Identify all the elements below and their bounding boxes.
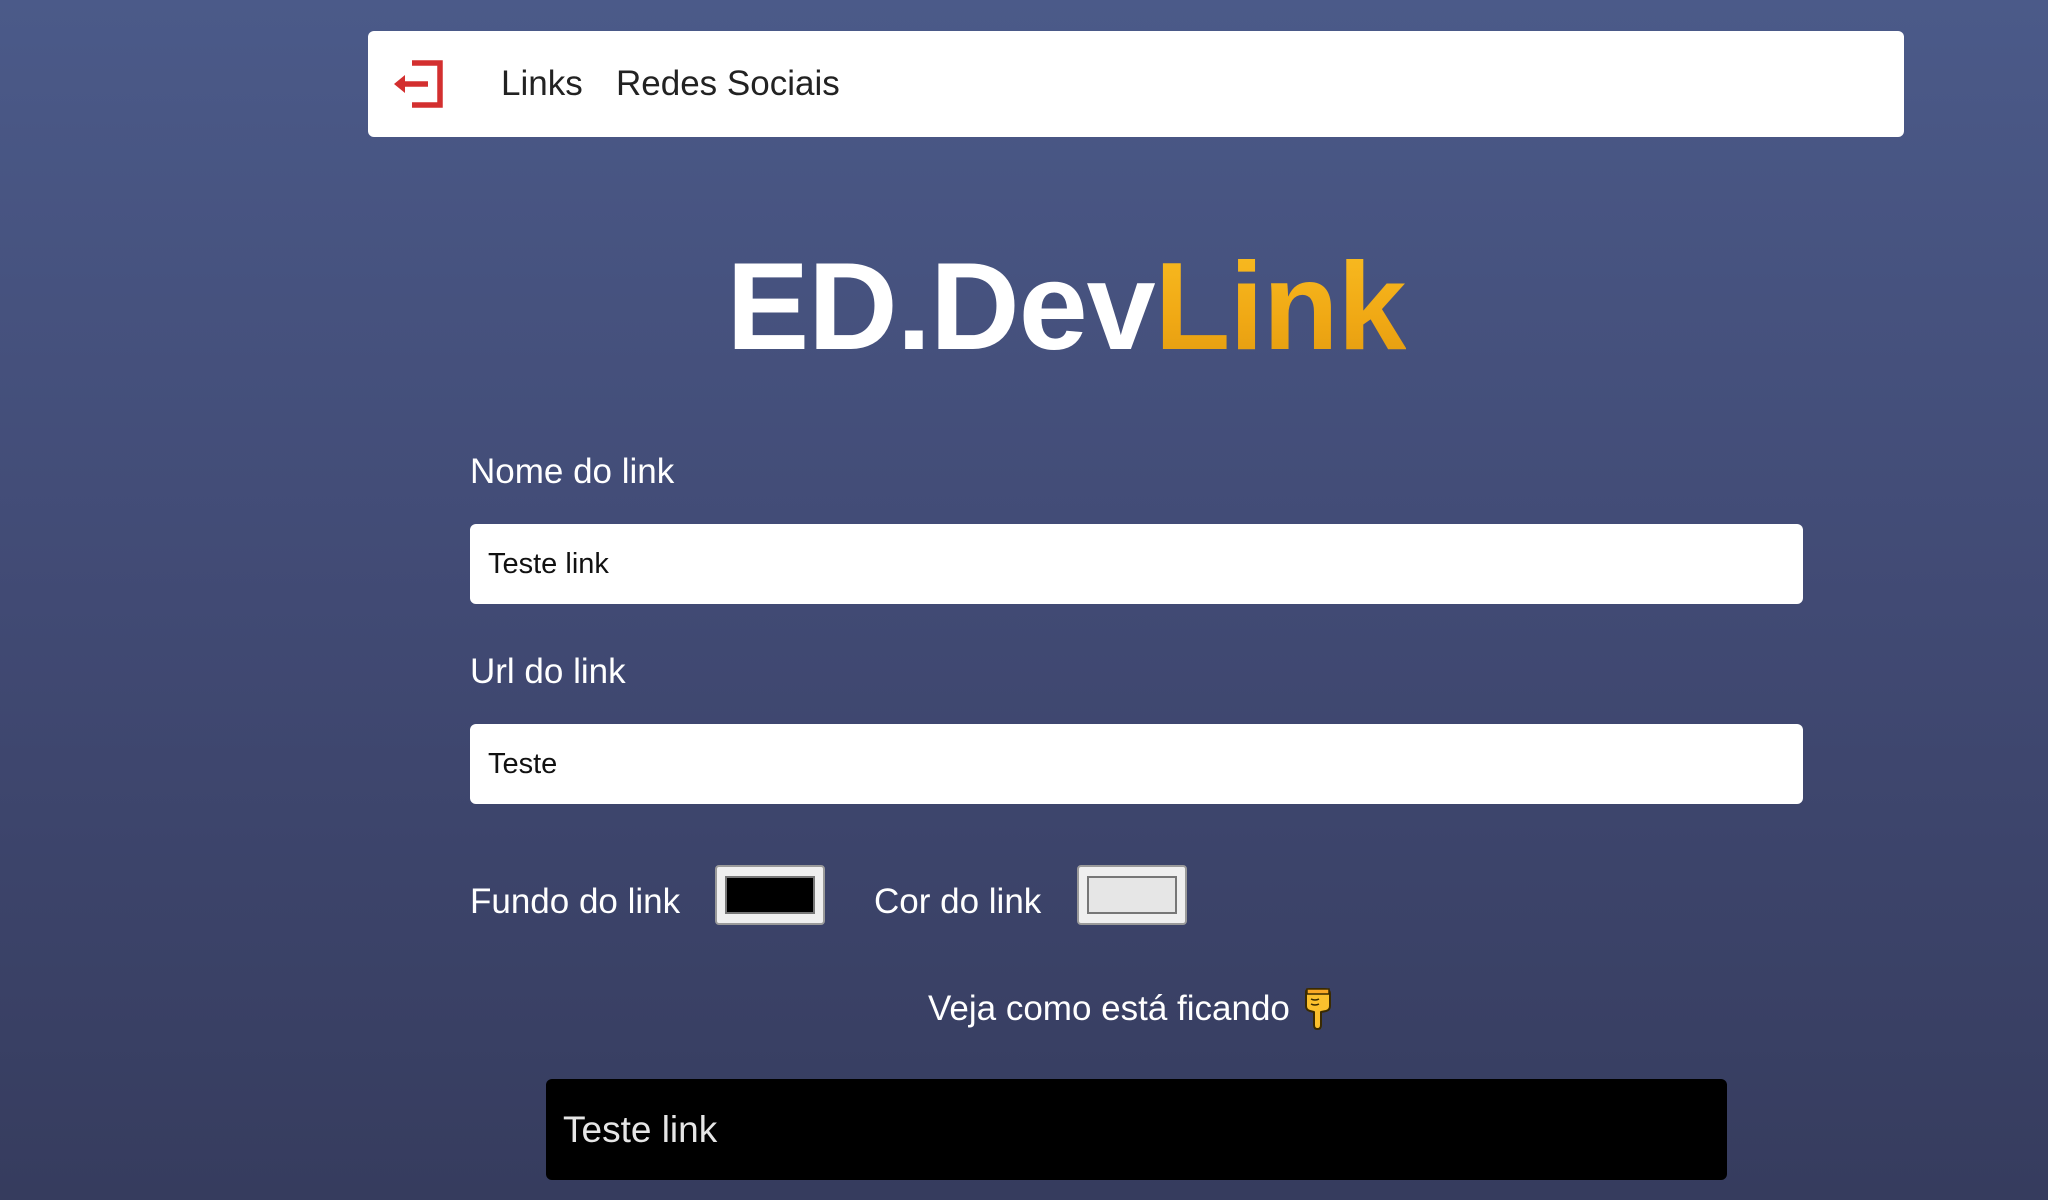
link-name-label: Nome do link (470, 452, 675, 491)
link-text-color-picker[interactable] (1077, 865, 1187, 925)
app-logo: ED.DevLink (0, 232, 2048, 382)
link-text-color-label: Cor do link (874, 882, 1042, 921)
link-background-color-picker[interactable] (715, 865, 825, 925)
text-color-swatch (1087, 876, 1177, 914)
logout-icon (394, 60, 443, 108)
top-navbar: Links Redes Sociais (368, 31, 1904, 137)
logo-text-ed-dev: ED.Dev (726, 238, 1155, 376)
link-url-input[interactable] (470, 724, 1803, 804)
preview-heading: Veja como está ficando (928, 985, 1334, 1033)
preview-heading-text: Veja como está ficando (928, 989, 1290, 1028)
logo-text-link: Link (1154, 238, 1407, 376)
nav-link-links[interactable]: Links (501, 31, 583, 137)
logout-button[interactable] (390, 55, 450, 113)
pointing-down-hand-icon (1302, 988, 1334, 1030)
link-url-label: Url do link (470, 652, 626, 691)
link-name-input[interactable] (470, 524, 1803, 604)
link-preview[interactable]: Teste link (546, 1079, 1727, 1180)
background-color-swatch (725, 876, 815, 914)
link-preview-text: Teste link (563, 1108, 718, 1150)
nav-link-redes-sociais[interactable]: Redes Sociais (616, 31, 840, 137)
link-background-label: Fundo do link (470, 882, 681, 921)
